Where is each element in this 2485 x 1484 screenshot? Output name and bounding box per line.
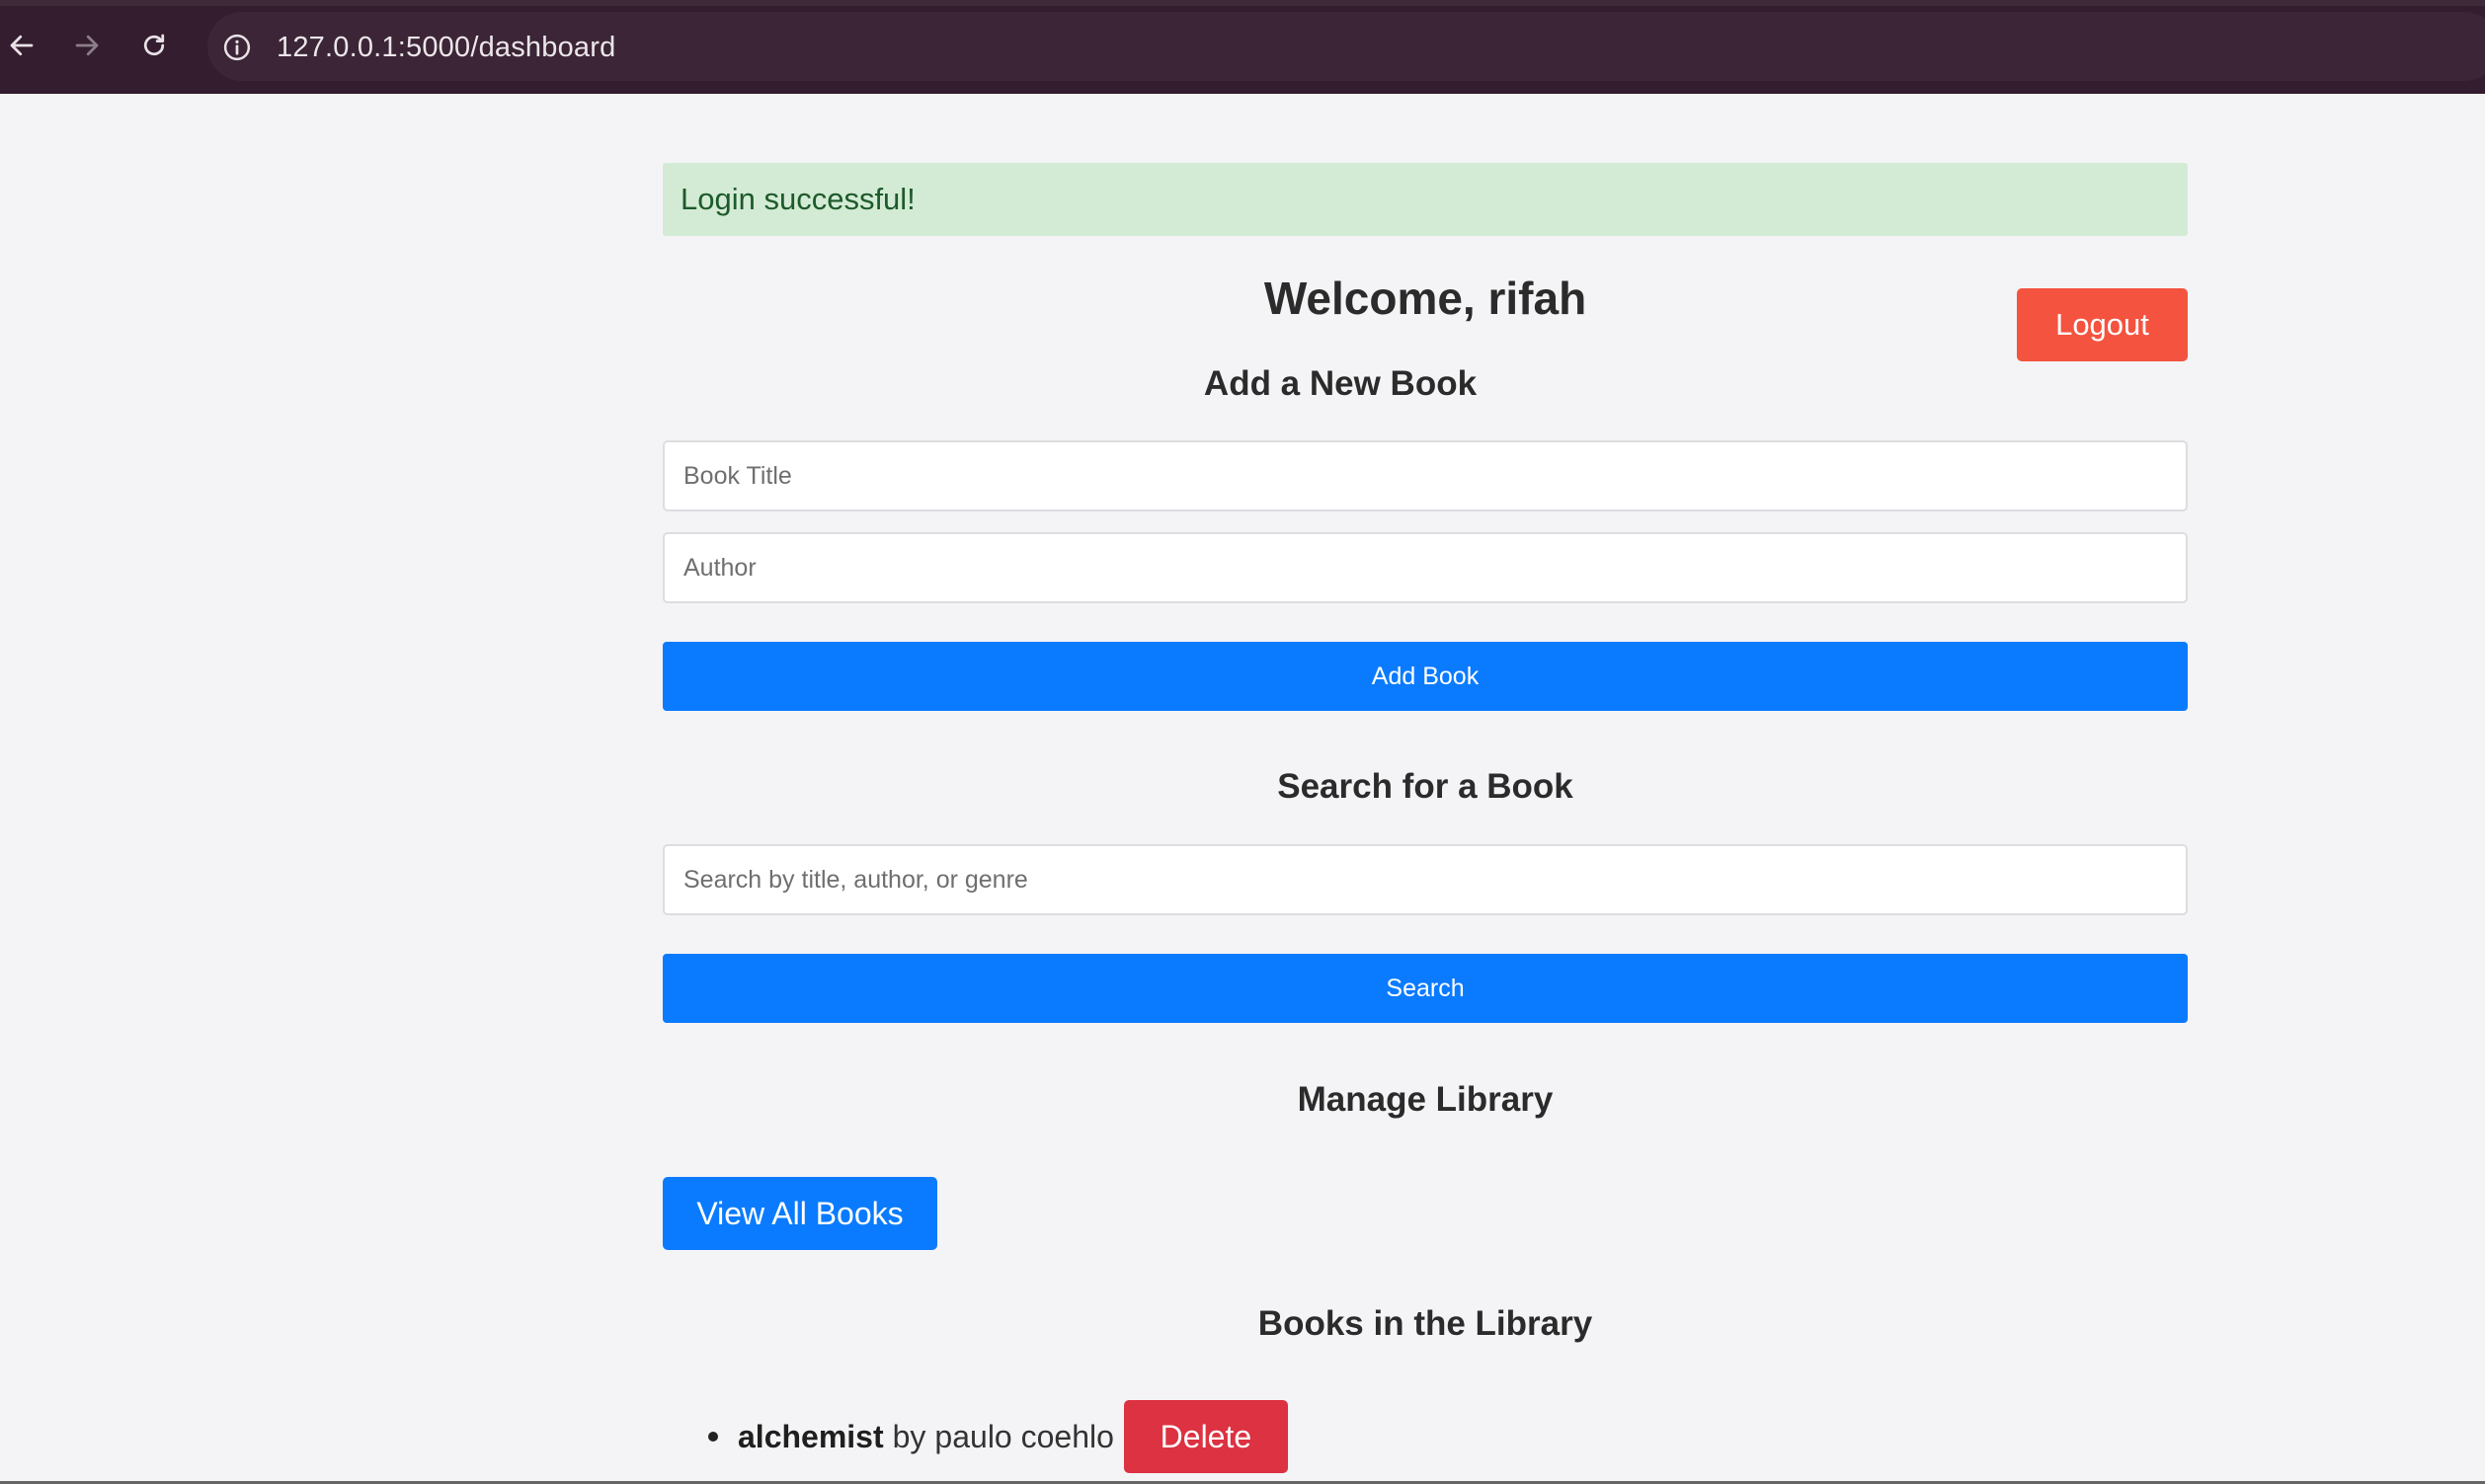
success-alert: Login successful! — [663, 163, 2188, 236]
manage-library-heading: Manage Library — [1297, 1080, 1554, 1119]
search-heading: Search for a Book — [1277, 767, 1573, 806]
delete-button[interactable]: Delete — [1123, 1400, 1288, 1473]
arrow-right-icon — [75, 35, 99, 56]
search-input[interactable] — [663, 844, 2188, 915]
list-item: alchemist by paulo coehlo Delete — [663, 1400, 1288, 1473]
author-input[interactable] — [663, 532, 2188, 603]
welcome-heading: Welcome, rifah — [1263, 273, 1587, 324]
bullet-icon — [708, 1432, 718, 1442]
reload-icon — [143, 34, 165, 56]
book-author: paulo coehlo — [934, 1418, 1114, 1454]
info-circle-icon — [223, 34, 251, 61]
book-title: alchemist — [738, 1418, 884, 1454]
arrow-left-icon — [10, 35, 34, 56]
book-list: alchemist by paulo coehlo Delete — [663, 1400, 1288, 1473]
search-button[interactable]: Search — [663, 954, 2188, 1023]
url-text[interactable]: 127.0.0.1:5000/dashboard — [277, 30, 615, 65]
add-book-heading: Add a New Book — [1203, 364, 1478, 403]
add-book-button[interactable]: Add Book — [663, 642, 2188, 711]
back-button[interactable] — [0, 24, 43, 67]
logout-button[interactable]: Logout — [2017, 288, 2188, 361]
forward-button[interactable] — [65, 24, 109, 67]
view-all-books-button[interactable]: View All Books — [663, 1177, 937, 1250]
site-info-button[interactable] — [219, 30, 255, 65]
books-in-library-heading: Books in the Library — [1257, 1304, 1593, 1343]
book-by-text: by — [892, 1418, 926, 1454]
reload-button[interactable] — [132, 24, 176, 67]
book-title-input[interactable] — [663, 440, 2188, 511]
